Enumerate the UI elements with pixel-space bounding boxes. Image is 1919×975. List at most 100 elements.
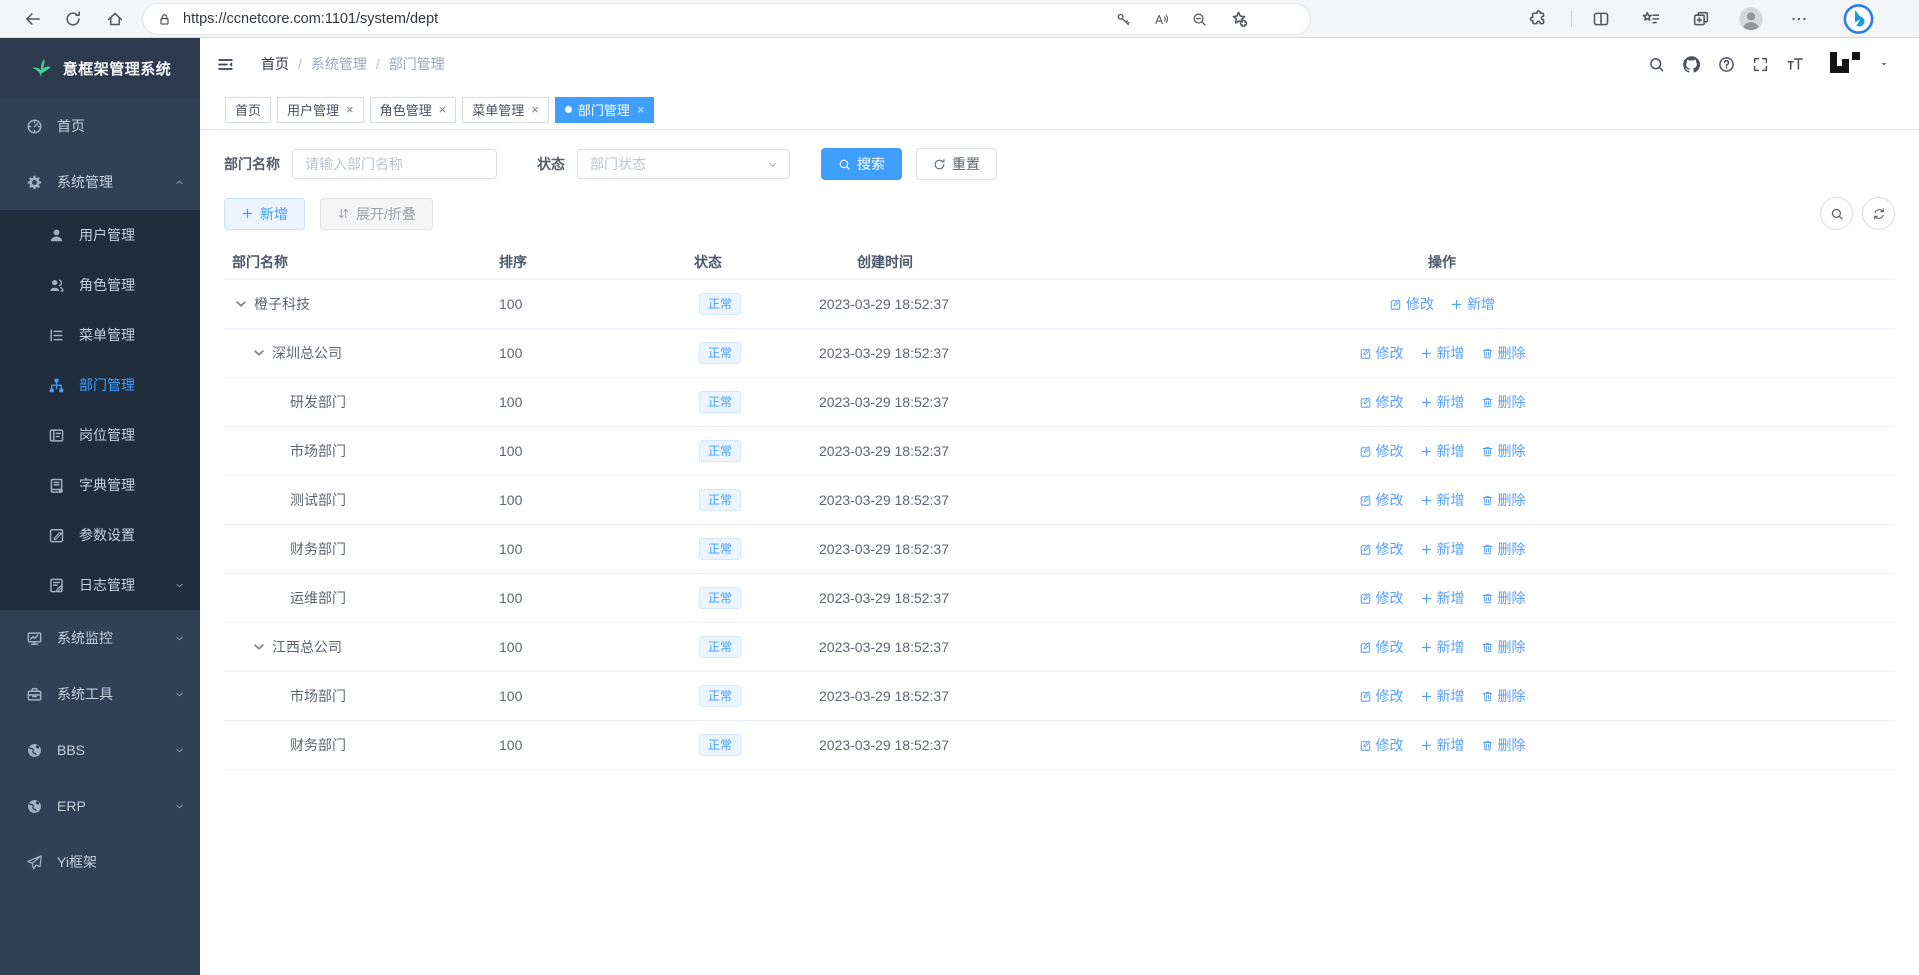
tab-0[interactable]: 首页 xyxy=(225,97,271,123)
sidebar-item-bbs[interactable]: BBS xyxy=(0,722,200,778)
plus-icon xyxy=(1420,396,1433,409)
favorites-icon[interactable] xyxy=(1642,10,1660,28)
sidebar-item-roles[interactable]: 角色管理 xyxy=(0,260,200,310)
tab-close-icon[interactable]: × xyxy=(531,103,539,116)
show-search-button[interactable] xyxy=(1820,197,1853,230)
address-bar[interactable]: https://ccnetcore.com:1101/system/dept xyxy=(143,4,1310,34)
tab-4-active[interactable]: 部门管理× xyxy=(555,97,655,123)
status-select[interactable]: 部门状态 xyxy=(577,149,790,179)
row-action-edit[interactable]: 修改 xyxy=(1359,343,1404,363)
github-icon[interactable] xyxy=(1682,55,1701,74)
row-action-edit[interactable]: 修改 xyxy=(1359,539,1404,559)
help-icon[interactable] xyxy=(1718,56,1735,73)
split-screen-icon[interactable] xyxy=(1592,10,1610,28)
sidebar-item-depts[interactable]: 部门管理 xyxy=(0,360,200,410)
topbar-actions xyxy=(1648,52,1889,76)
header-search-icon[interactable] xyxy=(1648,56,1665,73)
sidebar-item-menus[interactable]: 菜单管理 xyxy=(0,310,200,360)
status-badge: 正常 xyxy=(699,734,741,756)
add-favorite-icon[interactable] xyxy=(1230,10,1248,28)
row-action-edit[interactable]: 修改 xyxy=(1359,490,1404,510)
tab-close-icon[interactable]: × xyxy=(637,103,645,116)
breadcrumb-home[interactable]: 首页 xyxy=(261,54,289,74)
row-action-edit[interactable]: 修改 xyxy=(1359,686,1404,706)
dept-name-input[interactable] xyxy=(292,149,497,179)
row-action-add[interactable]: 新增 xyxy=(1420,686,1465,706)
status-cell: 正常 xyxy=(694,440,819,462)
tab-1[interactable]: 用户管理 × xyxy=(277,97,364,123)
search-button[interactable]: 搜索 xyxy=(821,148,902,180)
expand-collapse-button[interactable]: 展开/折叠 xyxy=(320,198,433,230)
sidebar-item-dict[interactable]: 字典管理 xyxy=(0,460,200,510)
row-action-delete[interactable]: 删除 xyxy=(1481,539,1526,559)
browser-settings-more-icon[interactable] xyxy=(1790,10,1808,28)
sidebar-item-system[interactable]: 系统管理 xyxy=(0,154,200,210)
row-action-delete[interactable]: 删除 xyxy=(1481,588,1526,608)
collections-icon[interactable] xyxy=(1692,10,1710,28)
row-action-add[interactable]: 新增 xyxy=(1420,392,1465,412)
browser-profile-avatar[interactable] xyxy=(1738,6,1764,32)
sidebar-item-posts[interactable]: 岗位管理 xyxy=(0,410,200,460)
row-action-add[interactable]: 新增 xyxy=(1420,539,1465,559)
tab-close-icon[interactable]: × xyxy=(346,103,354,116)
zoom-out-icon[interactable] xyxy=(1192,12,1207,27)
row-action-delete[interactable]: 删除 xyxy=(1481,735,1526,755)
row-action-edit[interactable]: 修改 xyxy=(1389,294,1434,314)
row-action-edit[interactable]: 修改 xyxy=(1359,588,1404,608)
row-action-add[interactable]: 新增 xyxy=(1420,343,1465,363)
sidebar-item-tools[interactable]: 系统工具 xyxy=(0,666,200,722)
site-security-lock-icon[interactable] xyxy=(157,12,172,27)
expand-arrow-icon[interactable] xyxy=(250,344,268,362)
row-action-edit[interactable]: 修改 xyxy=(1359,637,1404,657)
browser-refresh-icon[interactable] xyxy=(64,10,82,28)
dept-name: 测试部门 xyxy=(290,490,346,510)
read-aloud-icon[interactable] xyxy=(1154,12,1169,27)
row-action-add[interactable]: 新增 xyxy=(1420,637,1465,657)
action-label: 修改 xyxy=(1376,588,1404,608)
row-action-delete[interactable]: 删除 xyxy=(1481,441,1526,461)
browser-home-icon[interactable] xyxy=(106,10,124,28)
row-action-add[interactable]: 新增 xyxy=(1450,294,1495,314)
font-size-icon[interactable] xyxy=(1786,55,1804,73)
sidebar-item-erp[interactable]: ERP xyxy=(0,778,200,834)
sidebar-item-yiframe[interactable]: Yi框架 xyxy=(0,834,200,890)
tab-close-icon[interactable]: × xyxy=(439,103,447,116)
bing-chat-icon[interactable] xyxy=(1843,3,1874,34)
extensions-icon[interactable] xyxy=(1529,10,1547,28)
sidebar-item-logs[interactable]: 日志管理 xyxy=(0,560,200,610)
row-action-edit[interactable]: 修改 xyxy=(1359,735,1404,755)
sidebar-item-monitor[interactable]: 系统监控 xyxy=(0,610,200,666)
refresh-table-button[interactable] xyxy=(1862,197,1895,230)
row-action-add[interactable]: 新增 xyxy=(1420,441,1465,461)
row-action-delete[interactable]: 删除 xyxy=(1481,686,1526,706)
row-action-edit[interactable]: 修改 xyxy=(1359,441,1404,461)
collapse-sidebar-icon[interactable] xyxy=(216,55,235,74)
expand-arrow-icon[interactable] xyxy=(232,295,250,313)
user-avatar-logo[interactable] xyxy=(1830,52,1860,76)
row-action-delete[interactable]: 删除 xyxy=(1481,392,1526,412)
sidebar-item-home[interactable]: 首页 xyxy=(0,98,200,154)
sidebar-item-params[interactable]: 参数设置 xyxy=(0,510,200,560)
sidebar-item-users[interactable]: 用户管理 xyxy=(0,210,200,260)
fullscreen-icon[interactable] xyxy=(1752,56,1769,73)
tab-3[interactable]: 菜单管理× xyxy=(462,97,549,123)
password-key-icon[interactable] xyxy=(1116,12,1131,27)
row-action-delete[interactable]: 删除 xyxy=(1481,637,1526,657)
expand-arrow-icon[interactable] xyxy=(250,638,268,656)
row-action-add[interactable]: 新增 xyxy=(1420,735,1465,755)
row-action-add[interactable]: 新增 xyxy=(1420,490,1465,510)
row-action-delete[interactable]: 删除 xyxy=(1481,490,1526,510)
browser-back-icon[interactable] xyxy=(24,10,42,28)
tab-2[interactable]: 角色管理× xyxy=(370,97,457,123)
row-action-delete[interactable]: 删除 xyxy=(1481,343,1526,363)
reset-button[interactable]: 重置 xyxy=(916,148,997,180)
add-button[interactable]: 新增 xyxy=(224,198,305,230)
edit-act-icon xyxy=(1359,347,1372,360)
tab-label: 用户管理 xyxy=(287,100,339,119)
actions-cell: 修改新增删除 xyxy=(989,343,1895,363)
actions-cell: 修改新增删除 xyxy=(989,686,1895,706)
url-text[interactable]: https://ccnetcore.com:1101/system/dept xyxy=(183,11,1116,27)
user-menu-caret-icon[interactable] xyxy=(1879,59,1889,69)
row-action-edit[interactable]: 修改 xyxy=(1359,392,1404,412)
row-action-add[interactable]: 新增 xyxy=(1420,588,1465,608)
